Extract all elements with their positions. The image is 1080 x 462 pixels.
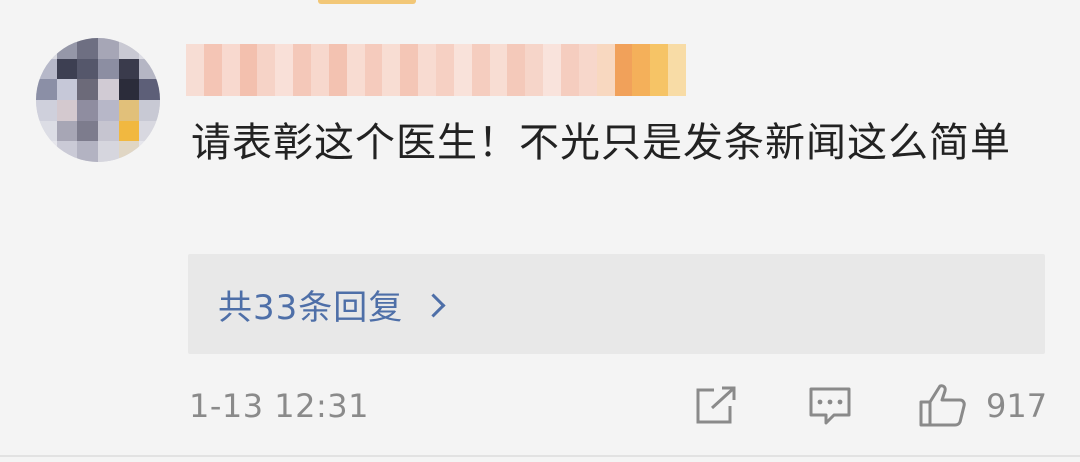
- chevron-right-icon: [421, 292, 446, 318]
- comment-icon: [809, 387, 851, 425]
- divider: [0, 455, 1080, 457]
- replies-label: 共33条回复: [218, 287, 404, 328]
- avatar[interactable]: [36, 38, 160, 162]
- like-button[interactable]: [918, 382, 968, 432]
- timestamp: 1-13 12:31: [189, 387, 370, 425]
- thumbs-up-icon: [919, 384, 966, 427]
- view-replies-link[interactable]: 共33条回复: [218, 254, 446, 354]
- replies-box[interactable]: 共33条回复: [188, 254, 1045, 354]
- like-count: 917: [986, 387, 1048, 425]
- comment-text: 请表彰这个医生！不光只是发条新闻这么简单: [191, 120, 1011, 166]
- username[interactable]: [186, 44, 687, 96]
- comment-card: 请表彰这个医生！不光只是发条新闻这么简单 共33条回复 1-13 12:31 9…: [0, 0, 1080, 462]
- share-icon: [696, 386, 736, 424]
- top-tab-indicator: [318, 0, 416, 4]
- comment-button[interactable]: [808, 386, 852, 432]
- share-button[interactable]: [694, 386, 738, 430]
